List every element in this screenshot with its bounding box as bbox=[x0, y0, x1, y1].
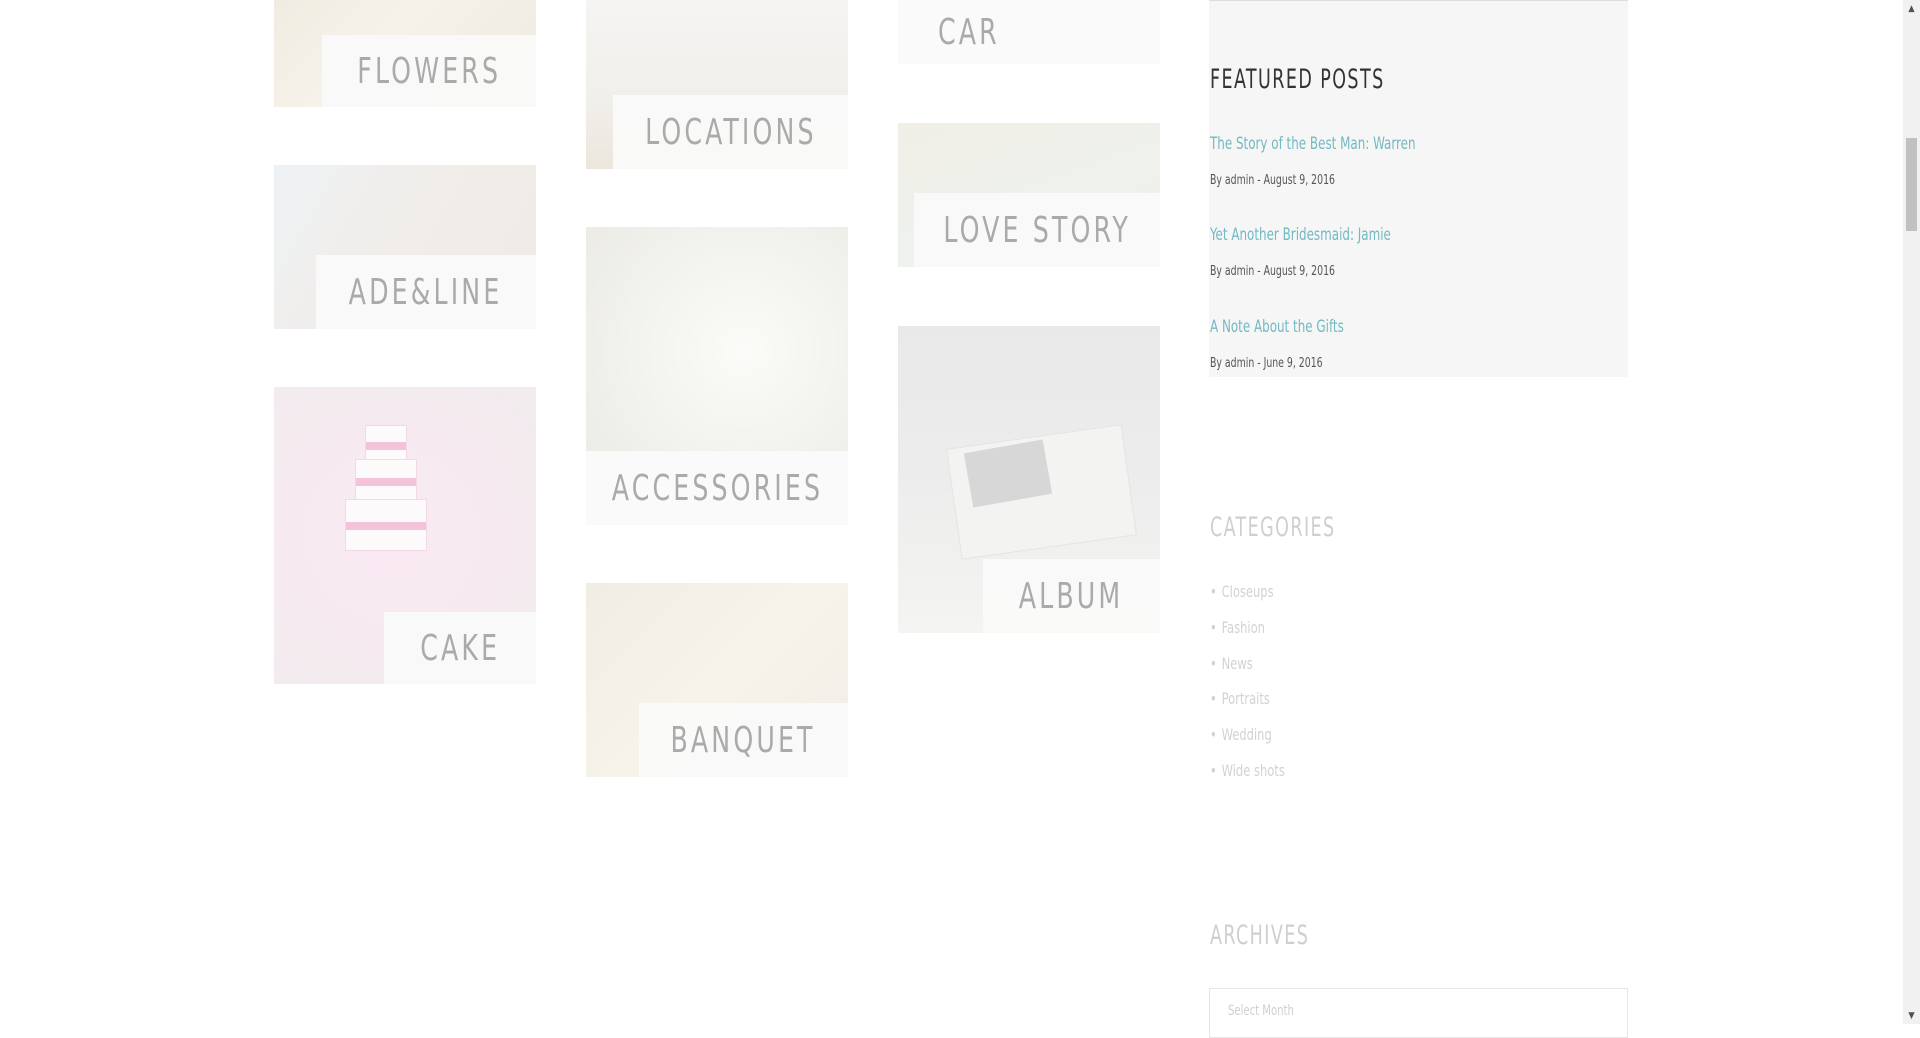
featured-post-meta: By admin - June 9, 2016 bbox=[1210, 356, 1323, 371]
scroll-up-arrow-icon[interactable]: ▲ bbox=[1903, 0, 1920, 17]
category-label: News bbox=[1221, 654, 1253, 673]
category-label: Wide shots bbox=[1221, 761, 1285, 780]
gallery-tile-car[interactable]: CAR bbox=[898, 0, 1160, 64]
category-label: Wedding bbox=[1221, 725, 1272, 744]
category-label: Closeups bbox=[1221, 582, 1274, 601]
accessories-image bbox=[586, 227, 848, 451]
archives-select-placeholder: Select Month bbox=[1228, 1003, 1294, 1019]
gallery-tile-flowers[interactable]: FLOWERS bbox=[274, 0, 536, 107]
gallery-tile-accessories[interactable]: ACCESSORIES bbox=[586, 227, 848, 525]
locations-label-box: LOCATIONS bbox=[613, 95, 848, 169]
gallery-tile-adeline[interactable]: ADE&LINE bbox=[274, 165, 536, 329]
love-story-label-box: LOVE STORY bbox=[914, 193, 1160, 267]
featured-post-link[interactable]: The Story of the Best Man: Warren bbox=[1210, 134, 1416, 154]
category-item[interactable]: • Wide shots bbox=[1210, 761, 1285, 780]
featured-post-meta: By admin - August 9, 2016 bbox=[1210, 173, 1335, 188]
archives-select[interactable]: Select Month bbox=[1209, 988, 1628, 1038]
cake-label-box: CAKE bbox=[384, 612, 536, 684]
gallery-tile-cake[interactable]: CAKE bbox=[274, 387, 536, 684]
flowers-label: FLOWERS bbox=[357, 50, 501, 92]
accessories-label-box: ACCESSORIES bbox=[586, 451, 848, 525]
category-label: Portraits bbox=[1221, 689, 1270, 708]
cake-label: CAKE bbox=[420, 627, 500, 669]
cake-illustration bbox=[345, 425, 427, 595]
banquet-label-box: BANQUET bbox=[639, 703, 848, 777]
bullet-icon: • bbox=[1210, 618, 1217, 637]
accessories-label: ACCESSORIES bbox=[611, 467, 823, 509]
featured-posts-title: FEATURED POSTS bbox=[1210, 64, 1385, 95]
category-item[interactable]: • Wedding bbox=[1210, 725, 1272, 744]
flowers-label-box: FLOWERS bbox=[322, 35, 536, 107]
locations-label: LOCATIONS bbox=[644, 111, 817, 153]
banquet-label: BANQUET bbox=[670, 719, 817, 761]
gallery-tile-album[interactable]: ALBUM bbox=[898, 326, 1160, 633]
gallery-tile-banquet[interactable]: BANQUET bbox=[586, 583, 848, 777]
category-item[interactable]: • Closeups bbox=[1210, 582, 1274, 601]
bullet-icon: • bbox=[1210, 582, 1217, 601]
categories-title: CATEGORIES bbox=[1210, 512, 1336, 543]
car-label: CAR bbox=[938, 11, 1000, 53]
adeline-label-box: ADE&LINE bbox=[316, 255, 536, 329]
album-label-box: ALBUM bbox=[983, 559, 1160, 633]
scrollbar-thumb[interactable] bbox=[1906, 138, 1917, 231]
category-item[interactable]: • News bbox=[1210, 654, 1253, 673]
album-label: ALBUM bbox=[1019, 575, 1124, 617]
archives-title: ARCHIVES bbox=[1210, 920, 1310, 951]
adeline-label: ADE&LINE bbox=[349, 271, 503, 313]
bullet-icon: • bbox=[1210, 654, 1217, 673]
category-item[interactable]: • Portraits bbox=[1210, 689, 1270, 708]
featured-post-meta: By admin - August 9, 2016 bbox=[1210, 264, 1335, 279]
vertical-scrollbar[interactable]: ▲ ▼ bbox=[1903, 0, 1920, 1024]
car-label-box: CAR bbox=[898, 0, 1160, 64]
bullet-icon: • bbox=[1210, 689, 1217, 708]
bullet-icon: • bbox=[1210, 761, 1217, 780]
featured-post-link[interactable]: A Note About the Gifts bbox=[1210, 317, 1344, 337]
featured-post-link[interactable]: Yet Another Bridesmaid: Jamie bbox=[1210, 225, 1391, 245]
category-item[interactable]: • Fashion bbox=[1210, 618, 1265, 637]
category-label: Fashion bbox=[1221, 618, 1265, 637]
gallery-tile-love-story[interactable]: LOVE STORY bbox=[898, 123, 1160, 267]
gallery-tile-locations[interactable]: LOCATIONS bbox=[586, 0, 848, 169]
scroll-down-arrow-icon[interactable]: ▼ bbox=[1903, 1007, 1920, 1024]
bullet-icon: • bbox=[1210, 725, 1217, 744]
love-story-label: LOVE STORY bbox=[943, 209, 1131, 251]
